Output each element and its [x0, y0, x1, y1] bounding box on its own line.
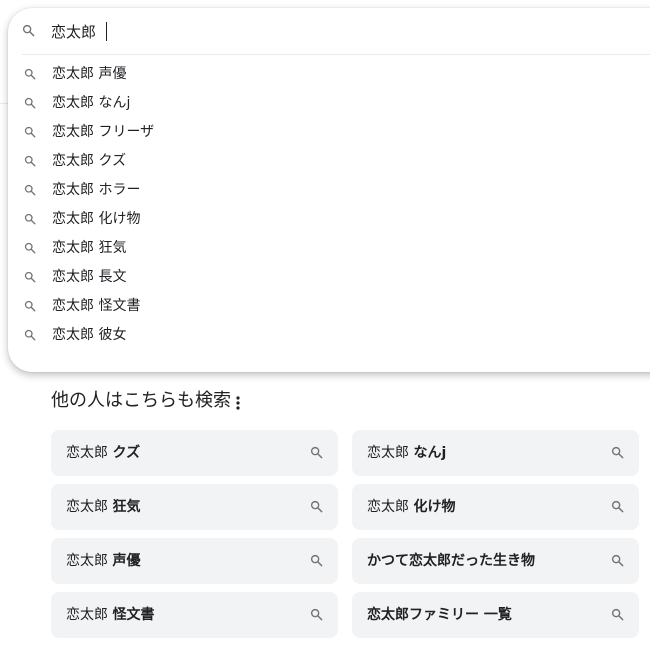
suggestion-item[interactable]: 恋太郎 狂気: [8, 233, 650, 262]
search-icon: [24, 242, 36, 254]
suggestion-label: 恋太郎 フリーザ: [52, 124, 155, 140]
suggestion-item[interactable]: 恋太郎 声優: [8, 59, 650, 88]
panel-divider: [22, 54, 650, 55]
search-icon: [24, 126, 36, 138]
suggestion-label: 恋太郎 ホラー: [52, 182, 141, 198]
suggestion-item[interactable]: 恋太郎 化け物: [8, 204, 650, 233]
search-icon: [611, 554, 624, 567]
chip-label: かつて恋太郎だった生き物: [367, 553, 535, 569]
suggestion-label: 恋太郎 怪文書: [52, 298, 141, 314]
search-icon: [24, 329, 36, 341]
chip-label: 恋太郎 なんj: [367, 445, 447, 461]
suggestion-label: 恋太郎 声優: [52, 66, 127, 82]
search-icon: [611, 446, 624, 459]
search-icon: [611, 608, 624, 621]
more-vert-icon[interactable]: [236, 395, 240, 414]
search-icon: [24, 300, 36, 312]
suggestion-item[interactable]: 恋太郎 クズ: [8, 146, 650, 175]
chip-label: 恋太郎 怪文書: [66, 607, 155, 623]
search-icon: [24, 68, 36, 80]
suggestion-label: 恋太郎 なんj: [52, 95, 131, 111]
related-search-chip[interactable]: かつて恋太郎だった生き物: [352, 538, 639, 584]
search-icon: [24, 213, 36, 225]
text-cursor: [106, 22, 107, 41]
chip-label: 恋太郎 クズ: [66, 445, 141, 461]
suggestion-label: 恋太郎 彼女: [52, 327, 127, 343]
search-icon: [24, 97, 36, 109]
suggestion-label: 恋太郎 長文: [52, 269, 127, 285]
search-icon: [310, 608, 323, 621]
search-icon: [22, 24, 35, 37]
search-icon: [310, 554, 323, 567]
suggestion-label: 恋太郎 化け物: [52, 211, 141, 227]
suggestion-item[interactable]: 恋太郎 彼女: [8, 320, 650, 349]
chip-label: 恋太郎ファミリー 一覧: [367, 607, 512, 623]
search-box[interactable]: [8, 8, 650, 54]
related-search-chip[interactable]: 恋太郎 化け物: [352, 484, 639, 530]
search-icon: [310, 446, 323, 459]
related-searches-title: 他の人はこちらも検索: [51, 390, 231, 411]
suggestion-label: 恋太郎 狂気: [52, 240, 127, 256]
related-search-chip[interactable]: 恋太郎 なんj: [352, 430, 639, 476]
chip-label: 恋太郎 狂気: [66, 499, 141, 515]
suggestion-item[interactable]: 恋太郎 長文: [8, 262, 650, 291]
suggestion-item[interactable]: 恋太郎 なんj: [8, 88, 650, 117]
search-icon: [24, 271, 36, 283]
chip-label: 恋太郎 化け物: [367, 499, 456, 515]
suggestion-item[interactable]: 恋太郎 フリーザ: [8, 117, 650, 146]
related-search-chip[interactable]: 恋太郎 声優: [51, 538, 338, 584]
related-search-chip[interactable]: 恋太郎ファミリー 一覧: [352, 592, 639, 638]
search-icon: [310, 500, 323, 513]
search-autocomplete-panel: 恋太郎 声優 恋太郎 なんj 恋太郎 フリーザ 恋太郎 クズ 恋太郎 ホラー 恋…: [8, 8, 650, 372]
suggestion-label: 恋太郎 クズ: [52, 153, 127, 169]
suggestion-list: 恋太郎 声優 恋太郎 なんj 恋太郎 フリーザ 恋太郎 クズ 恋太郎 ホラー 恋…: [8, 59, 650, 349]
related-searches-header: 他の人はこちらも検索: [51, 388, 240, 416]
search-results-page: 恋太郎 声優 恋太郎 なんj 恋太郎 フリーザ 恋太郎 クズ 恋太郎 ホラー 恋…: [0, 0, 650, 650]
search-icon: [24, 155, 36, 167]
related-search-chip[interactable]: 恋太郎 怪文書: [51, 592, 338, 638]
search-input[interactable]: [51, 20, 551, 42]
suggestion-item[interactable]: 恋太郎 怪文書: [8, 291, 650, 320]
related-search-chip[interactable]: 恋太郎 クズ: [51, 430, 338, 476]
search-icon: [24, 184, 36, 196]
related-search-chip[interactable]: 恋太郎 狂気: [51, 484, 338, 530]
search-icon: [611, 500, 624, 513]
chip-label: 恋太郎 声優: [66, 553, 141, 569]
suggestion-item[interactable]: 恋太郎 ホラー: [8, 175, 650, 204]
